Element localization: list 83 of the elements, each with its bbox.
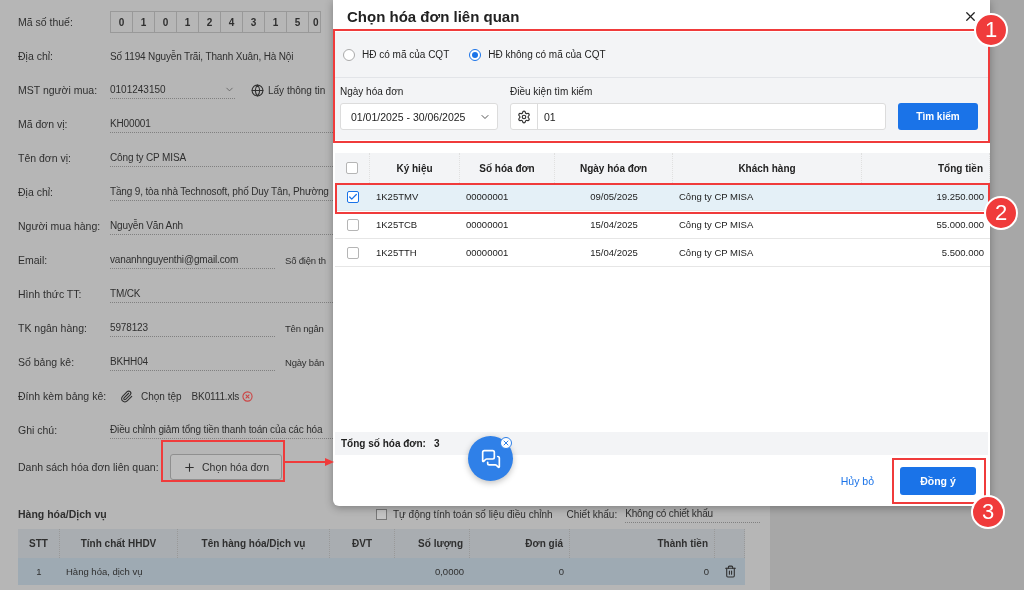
table-cell: 5.500.000 xyxy=(862,239,990,267)
callout-number: 3 xyxy=(971,495,1005,529)
field-label: Điều kiện tìm kiếm xyxy=(510,86,594,97)
confirm-button[interactable]: Đồng ý xyxy=(900,466,976,495)
column-header: ĐVT xyxy=(330,529,395,558)
checkbox[interactable] xyxy=(346,246,359,259)
field-label: Ghi chú: xyxy=(18,424,59,436)
summary-count: 3 xyxy=(433,438,440,449)
field-label: Chiết khấu: xyxy=(566,508,618,520)
close-icon xyxy=(502,439,510,447)
field-label: Số điện th xyxy=(285,254,326,266)
table-cell: Công ty CP MISA xyxy=(673,183,862,211)
fetch-info-link[interactable]: Lấy thông tin xyxy=(268,84,326,96)
field-label: Danh sách hóa đơn liên quan: xyxy=(18,461,160,473)
field-label: Địa chỉ: xyxy=(18,186,54,198)
buyer-tax-select[interactable]: 0101243150 xyxy=(110,81,235,99)
trash-icon[interactable] xyxy=(723,565,737,578)
choose-invoice-button[interactable]: Chọn hóa đơn xyxy=(170,454,283,480)
column-header: Tính chất HHDV xyxy=(60,529,178,558)
column-header: Khách hàng xyxy=(673,153,862,183)
field-label: Địa chỉ: xyxy=(18,50,54,62)
chat-icon xyxy=(480,448,501,469)
pointer-arrow xyxy=(285,457,335,467)
field-label: Ngày bản xyxy=(285,356,325,368)
field-label: MST người mua: xyxy=(18,84,99,96)
column-header: Tên hàng hóa/Dịch vụ xyxy=(178,529,330,558)
field-label: Mã số thuế: xyxy=(18,16,74,28)
column-header: Thành tiền xyxy=(570,529,715,558)
field-label: Hình thức TT: xyxy=(18,288,83,300)
input-field[interactable]: 5978123 xyxy=(110,319,275,337)
search-button[interactable]: Tìm kiếm xyxy=(898,103,978,130)
callout-number: 1 xyxy=(974,13,1008,47)
column-header: Đơn giá xyxy=(470,529,570,558)
column-header: Ngày hóa đơn xyxy=(555,153,673,183)
cancel-button[interactable]: Hủy bỏ xyxy=(836,470,878,491)
checkbox[interactable] xyxy=(346,218,359,231)
paperclip-icon xyxy=(120,389,133,403)
input-field[interactable]: KH00001 xyxy=(110,115,333,133)
tax-code-field[interactable]: 0 1 0 1 2 4 3 1 5 0 xyxy=(110,11,321,33)
column-header: Số hóa đơn xyxy=(460,153,555,183)
checkbox-label: Tự động tính toán số liệu điều chỉnh xyxy=(393,508,553,520)
field-label: Mã đơn vị: xyxy=(18,118,69,130)
table-cell: 00000001 xyxy=(460,183,555,211)
field-value: Số 1194 Nguyễn Trãi, Thanh Xuân, Hà Nội xyxy=(110,49,294,64)
table-cell: 0 xyxy=(470,558,570,585)
choose-file-link[interactable]: Chọn tệp xyxy=(141,390,182,402)
table-cell: 1K25TMV xyxy=(370,183,460,211)
field-label: Email: xyxy=(18,254,49,266)
field-label: TK ngân hàng: xyxy=(18,322,88,334)
table-cell: Hàng hóa, dịch vụ xyxy=(60,558,178,585)
section-title: Hàng hóa/Dịch vụ xyxy=(18,508,108,520)
column-header: Tổng tiền xyxy=(862,153,990,183)
search-field[interactable]: 01 xyxy=(510,103,886,130)
checkbox[interactable] xyxy=(376,508,387,520)
radio-option[interactable]: HĐ không có mã của CQT xyxy=(469,48,606,61)
input-field[interactable]: vananhnguyenthi@gmail.com xyxy=(110,251,275,269)
summary-label: Tổng số hóa đơn: xyxy=(341,438,426,449)
radio-option[interactable]: HĐ có mã của CQT xyxy=(343,48,450,61)
column-header: Số lượng xyxy=(395,529,470,558)
remove-icon[interactable] xyxy=(242,390,254,402)
field-label: Tên ngân xyxy=(285,322,324,334)
field-label: Đính kèm bảng kê: xyxy=(18,390,108,402)
callout-number: 2 xyxy=(984,196,1018,230)
date-range-select[interactable]: 01/01/2025 - 30/06/2025 xyxy=(340,103,498,130)
input-field[interactable]: BKHH04 xyxy=(110,353,275,371)
checkbox[interactable] xyxy=(346,190,359,203)
column-header: Ký hiệu xyxy=(370,153,460,183)
field-label: Ngày hóa đơn xyxy=(340,86,405,97)
table-cell: 0,0000 xyxy=(395,558,470,585)
plus-icon xyxy=(183,460,196,474)
column-header: STT xyxy=(18,529,60,558)
dialog-title: Chọn hóa đơn liên quan xyxy=(347,7,520,25)
table-cell: 19.250.000 xyxy=(862,183,990,211)
field-label: Người mua hàng: xyxy=(18,220,102,232)
field-label: Số bảng kê: xyxy=(18,356,76,368)
settings-icon[interactable] xyxy=(517,109,531,124)
table-cell: 0 xyxy=(570,558,715,585)
table-cell: 09/05/2025 xyxy=(555,183,673,211)
table-cell: 1 xyxy=(18,558,60,585)
globe-icon xyxy=(251,83,264,97)
field-label: Tên đơn vị: xyxy=(18,152,72,164)
checkbox[interactable] xyxy=(346,162,358,174)
file-name: BK0111.xls xyxy=(191,389,240,404)
